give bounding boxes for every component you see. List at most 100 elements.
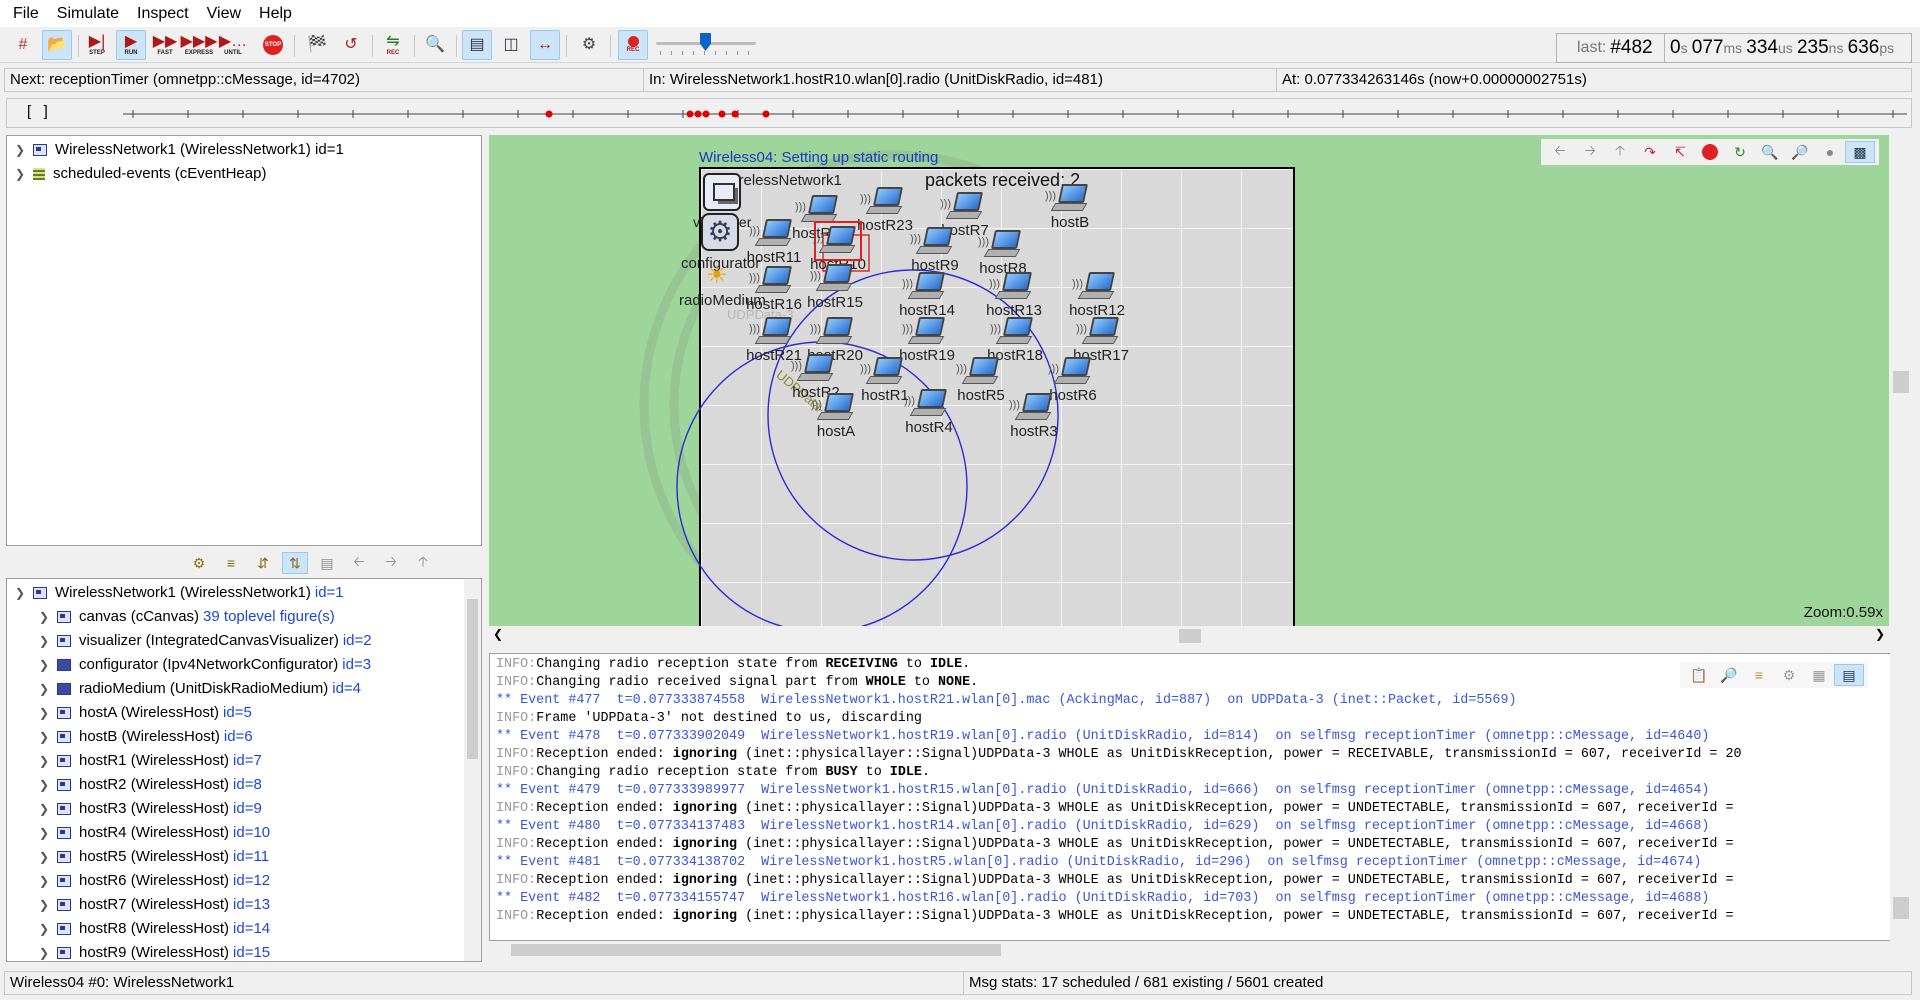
tree-row-wirelessnetwork1[interactable]: ❯ WirelessNetwork1 (WirelessNetwork1) id… [13, 138, 481, 162]
run-button[interactable]: ▶ RUN [116, 30, 146, 60]
tree-row-child[interactable]: ❯ hostR1 (WirelessHost) id=7 [13, 749, 481, 773]
menu-view[interactable]: View [198, 0, 250, 27]
expand-arrow-icon[interactable]: ❯ [37, 629, 51, 653]
settings-gear-icon[interactable]: ⚙ [1774, 664, 1804, 686]
restart-button[interactable]: ↺ [336, 30, 366, 60]
video-record-button[interactable]: REC [618, 30, 648, 60]
canvas-vertical-scrollbar[interactable] [1890, 135, 1912, 626]
back-arrow-icon[interactable]: 🡠 [1545, 141, 1575, 163]
express-run-button[interactable]: ▶▶▶ EXPRESS [181, 30, 218, 60]
tree-row-child[interactable]: ❯ radioMedium (UnitDiskRadioMedium) id=4 [13, 677, 481, 701]
tree-row-child[interactable]: ❯ hostR7 (WirelessHost) id=13 [13, 893, 481, 917]
scrollbar-thumb[interactable] [467, 599, 478, 759]
scrollbar-thumb[interactable] [1893, 371, 1909, 393]
tree-row-child[interactable]: ❯ hostB (WirelessHost) id=6 [13, 725, 481, 749]
expand-arrow-icon[interactable]: ❯ [37, 893, 51, 917]
forward-arrow-icon[interactable]: 🡢 [378, 552, 404, 574]
relayout-icon[interactable]: ↻ [1725, 141, 1755, 163]
network-canvas[interactable]: Wireless04: Setting up static routing Wi… [489, 135, 1889, 626]
host-hostr12[interactable]: ))) hostR12 [1052, 272, 1142, 319]
preferences-button[interactable]: ⚙ [574, 30, 604, 60]
expand-arrow-icon[interactable]: ❯ [37, 917, 51, 941]
scroll-right-icon[interactable]: ❯ [1875, 627, 1885, 641]
collapse-arrow-icon[interactable]: ❯ [13, 581, 27, 605]
tree-row-child[interactable]: ❯ hostR8 (WirelessHost) id=14 [13, 917, 481, 941]
load-config-button[interactable]: 📂 [42, 30, 72, 60]
layout-vertical-button[interactable]: ◫ [496, 30, 526, 60]
animation-icon[interactable]: ● [1815, 141, 1845, 163]
expand-arrow-icon[interactable]: ❯ [37, 869, 51, 893]
back-arrow-icon[interactable]: 🡠 [346, 552, 372, 574]
expand-arrow-icon[interactable]: ❯ [37, 821, 51, 845]
expand-arrow-icon[interactable]: ❯ [37, 677, 51, 701]
scrollbar-thumb[interactable] [1179, 629, 1201, 643]
log-view-icon[interactable]: ▤ [1834, 664, 1864, 686]
tree-row-child[interactable]: ❯ visualizer (IntegratedCanvasVisualizer)… [13, 629, 481, 653]
tree-row-child[interactable]: ❯ hostR3 (WirelessHost) id=9 [13, 797, 481, 821]
host-hosta[interactable]: ))) hostA [791, 393, 881, 440]
filter-icon[interactable]: ≡ [1744, 664, 1774, 686]
host-hostb[interactable]: ))) hostB [1025, 184, 1115, 231]
messages-view-icon[interactable]: ▦ [1804, 664, 1834, 686]
flat-view-icon[interactable]: ⇅ [282, 552, 308, 574]
expand-arrow-icon[interactable]: ❯ [37, 845, 51, 869]
finish-button[interactable]: 🏁 [302, 30, 332, 60]
event-timeline[interactable]: [ ] [6, 98, 1912, 128]
timeline-toggle-button[interactable]: ↔ [530, 30, 560, 60]
tree-row-child[interactable]: ❯ hostR5 (WirelessHost) id=11 [13, 845, 481, 869]
event-log-record-button[interactable]: ⇋ REC [378, 30, 408, 60]
expand-arrow-icon[interactable]: ❯ [37, 605, 51, 629]
tree-row-child[interactable]: ❯ hostR2 (WirelessHost) id=8 [13, 773, 481, 797]
menu-simulate[interactable]: Simulate [48, 0, 128, 27]
stop-icon[interactable] [1695, 141, 1725, 163]
menu-help[interactable]: Help [250, 0, 301, 27]
stop-button[interactable]: STOP [258, 30, 288, 60]
tree-row-scheduled-events[interactable]: ❯ scheduled-events (cEventHeap) [13, 162, 481, 186]
log-vertical-scrollbar[interactable] [1890, 653, 1912, 941]
tree-row-child[interactable]: ❯ canvas (cCanvas) 39 toplevel figure(s) [13, 605, 481, 629]
host-hostr4[interactable]: ))) hostR4 [884, 389, 974, 436]
layout-horizontal-button[interactable]: ▤ [462, 30, 492, 60]
fast-run-button[interactable]: ▶▶ FAST [150, 30, 180, 60]
step-over-icon[interactable]: ↷ [1635, 141, 1665, 163]
zoom-out-icon[interactable]: 🔎 [1785, 141, 1815, 163]
run-until-icon[interactable]: ↸ [1665, 141, 1695, 163]
expand-arrow-icon[interactable]: ❯ [37, 773, 51, 797]
children-view-icon[interactable]: ≡ [218, 552, 244, 574]
host-hostr15[interactable]: ))) hostR15 [790, 264, 880, 311]
tree-row-child[interactable]: ❯ hostA (WirelessHost) id=5 [13, 701, 481, 725]
tree-row-child[interactable]: ❯ hostR9 (WirelessHost) id=15 [13, 941, 481, 961]
rebuild-network-button[interactable]: # [8, 30, 38, 60]
host-hostr3[interactable]: ))) hostR3 [989, 393, 1079, 440]
grouped-view-icon[interactable]: ▤ [314, 552, 340, 574]
menu-inspect[interactable]: Inspect [128, 0, 198, 27]
inheritance-view-icon[interactable]: ⇵ [250, 552, 276, 574]
forward-arrow-icon[interactable]: 🡢 [1575, 141, 1605, 163]
scrollbar-thumb[interactable] [511, 944, 1001, 956]
copy-icon[interactable]: 📋 [1684, 664, 1714, 686]
tree-row-root[interactable]: ❯ WirelessNetwork1 (WirelessNetwork1) id… [13, 581, 481, 605]
find-objects-button[interactable]: 🔍 [420, 30, 450, 60]
find-icon[interactable]: 🔎 [1714, 664, 1744, 686]
scroll-left-icon[interactable]: ❮ [493, 627, 503, 641]
expand-arrow-icon[interactable]: ❯ [37, 701, 51, 725]
host-hostr8[interactable]: ))) hostR8 [958, 230, 1048, 277]
expand-arrow-icon[interactable]: ❯ [37, 797, 51, 821]
expand-arrow-icon[interactable]: ❯ [13, 162, 27, 186]
log-horizontal-scrollbar[interactable] [489, 941, 1893, 959]
run-until-button[interactable]: ▶… UNTIL [218, 30, 248, 60]
event-log-panel[interactable]: INFO:Changing radio reception state from… [489, 653, 1893, 941]
host-hostr14[interactable]: ))) hostR14 [882, 272, 972, 319]
canvas-horizontal-scrollbar[interactable]: ❮ ❯ [489, 626, 1889, 646]
tree-row-child[interactable]: ❯ hostR4 (WirelessHost) id=10 [13, 821, 481, 845]
module-tree-scrollbar[interactable] [464, 579, 481, 961]
expand-arrow-icon[interactable]: ❯ [13, 138, 27, 162]
tree-row-child[interactable]: ❯ hostR6 (WirelessHost) id=12 [13, 869, 481, 893]
up-arrow-icon[interactable]: 🡡 [1605, 141, 1635, 163]
zoom-in-icon[interactable]: 🔍 [1755, 141, 1785, 163]
visualizer-module[interactable] [703, 173, 741, 211]
mode-switch-icon[interactable]: ▩ [1845, 141, 1875, 163]
up-arrow-icon[interactable]: 🡡 [410, 552, 436, 574]
scrollbar-thumb[interactable] [1893, 897, 1909, 919]
expand-arrow-icon[interactable]: ❯ [37, 749, 51, 773]
